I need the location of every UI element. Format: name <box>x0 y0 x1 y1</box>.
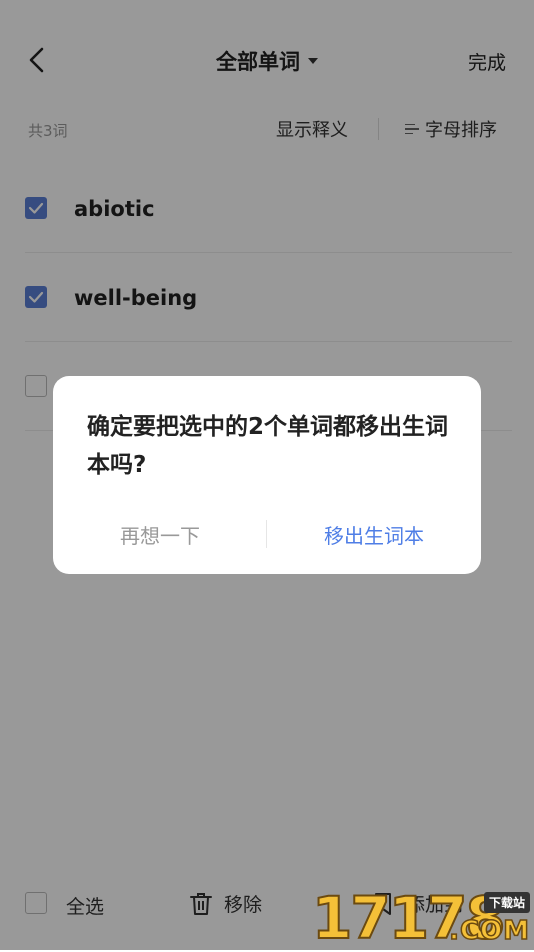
site-watermark-logo: 17178 下载站 .COM <box>311 885 534 951</box>
watermark-domain: .COM <box>448 915 530 947</box>
dialog-message: 确定要把选中的2个单词都移出生词本吗? <box>87 414 449 478</box>
cancel-button[interactable]: 再想一下 <box>53 520 267 549</box>
dialog-buttons: 再想一下 移出生词本 <box>53 512 481 556</box>
confirm-remove-button[interactable]: 移出生词本 <box>267 520 481 549</box>
confirm-remove-dialog: 确定要把选中的2个单词都移出生词本吗? 再想一下 移出生词本 <box>53 376 481 574</box>
watermark-tag: 下载站 <box>483 892 530 913</box>
